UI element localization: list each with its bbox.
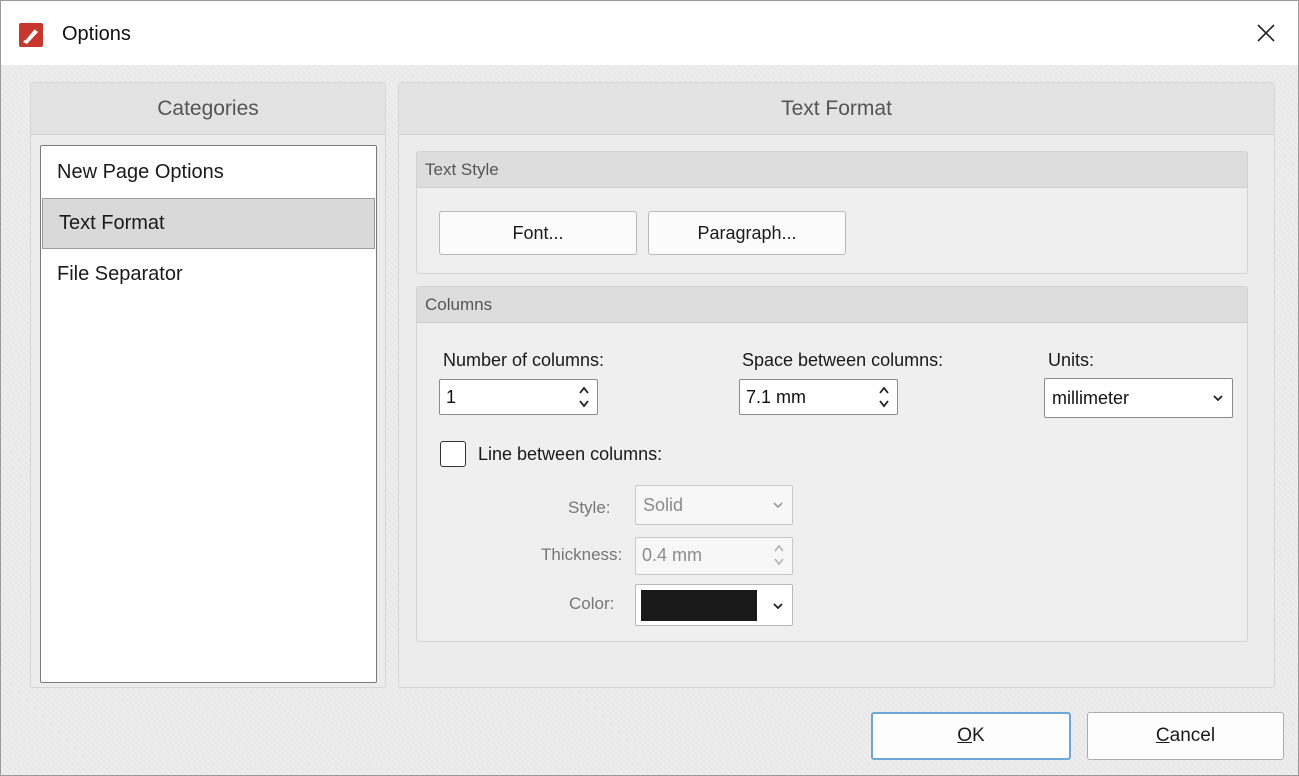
dialog-body: Categories New Page Options Text Format … xyxy=(1,65,1298,775)
spin-arrows-icon[interactable] xyxy=(772,541,786,569)
thickness-spinbox[interactable]: 0.4 mm xyxy=(635,537,793,575)
categories-header: Categories xyxy=(31,83,385,135)
thickness-value: 0.4 mm xyxy=(642,545,703,565)
color-swatch xyxy=(641,590,757,621)
chevron-down-icon xyxy=(773,603,783,610)
title-bar: Options xyxy=(1,1,1298,65)
columns-group: Columns Number of columns: 1 Space betwe… xyxy=(416,286,1248,642)
thickness-label: Thickness: xyxy=(541,545,623,564)
line-style-value: Solid xyxy=(643,495,684,515)
close-icon xyxy=(1257,24,1275,42)
style-label: Style: xyxy=(568,498,611,517)
spin-arrows-icon[interactable] xyxy=(877,383,891,411)
paragraph-button[interactable]: Paragraph... xyxy=(648,211,846,255)
ok-button[interactable]: OK xyxy=(871,712,1071,760)
text-format-panel: Text Format Text Style Font... Paragraph… xyxy=(398,82,1275,688)
ok-label: K xyxy=(972,725,985,746)
app-logo-icon xyxy=(19,23,43,47)
line-style-dropdown[interactable]: Solid xyxy=(635,485,793,525)
space-between-columns-spinbox[interactable]: 7.1 mm xyxy=(739,379,898,415)
line-color-picker[interactable] xyxy=(635,584,793,626)
spin-arrows-icon[interactable] xyxy=(577,383,591,411)
cancel-label: ancel xyxy=(1169,725,1216,746)
chevron-down-icon xyxy=(1213,395,1223,402)
font-button[interactable]: Font... xyxy=(439,211,637,255)
ok-mnemonic: O xyxy=(957,725,973,746)
categories-list[interactable]: New Page Options Text Format File Separa… xyxy=(40,145,377,683)
close-button[interactable] xyxy=(1234,1,1298,65)
units-value: millimeter xyxy=(1052,388,1130,408)
columns-title: Columns xyxy=(417,287,1247,323)
categories-panel: Categories New Page Options Text Format … xyxy=(30,82,386,688)
line-between-columns-checkbox[interactable] xyxy=(440,441,466,467)
options-dialog: Options Categories New Page Options Text… xyxy=(0,0,1299,776)
units-label: Units: xyxy=(1048,350,1095,370)
text-style-group: Text Style Font... Paragraph... xyxy=(416,151,1248,274)
number-of-columns-label: Number of columns: xyxy=(443,350,605,370)
category-text-format[interactable]: Text Format xyxy=(42,198,375,249)
space-between-columns-label: Space between columns: xyxy=(742,350,944,370)
content-header: Text Format xyxy=(399,83,1274,135)
cancel-mnemonic: C xyxy=(1155,725,1170,746)
category-new-page-options[interactable]: New Page Options xyxy=(41,147,376,198)
number-of-columns-spinbox[interactable]: 1 xyxy=(439,379,598,415)
line-between-columns-label[interactable]: Line between columns: xyxy=(478,444,662,465)
text-style-title: Text Style xyxy=(417,152,1247,188)
number-of-columns-value: 1 xyxy=(446,387,457,407)
space-between-columns-value: 7.1 mm xyxy=(746,387,807,407)
dialog-title: Options xyxy=(62,23,131,45)
units-dropdown[interactable]: millimeter xyxy=(1044,378,1233,418)
chevron-down-icon xyxy=(773,502,783,509)
color-label: Color: xyxy=(569,594,615,613)
category-file-separator[interactable]: File Separator xyxy=(41,249,376,300)
cancel-button[interactable]: Cancel xyxy=(1087,712,1284,760)
